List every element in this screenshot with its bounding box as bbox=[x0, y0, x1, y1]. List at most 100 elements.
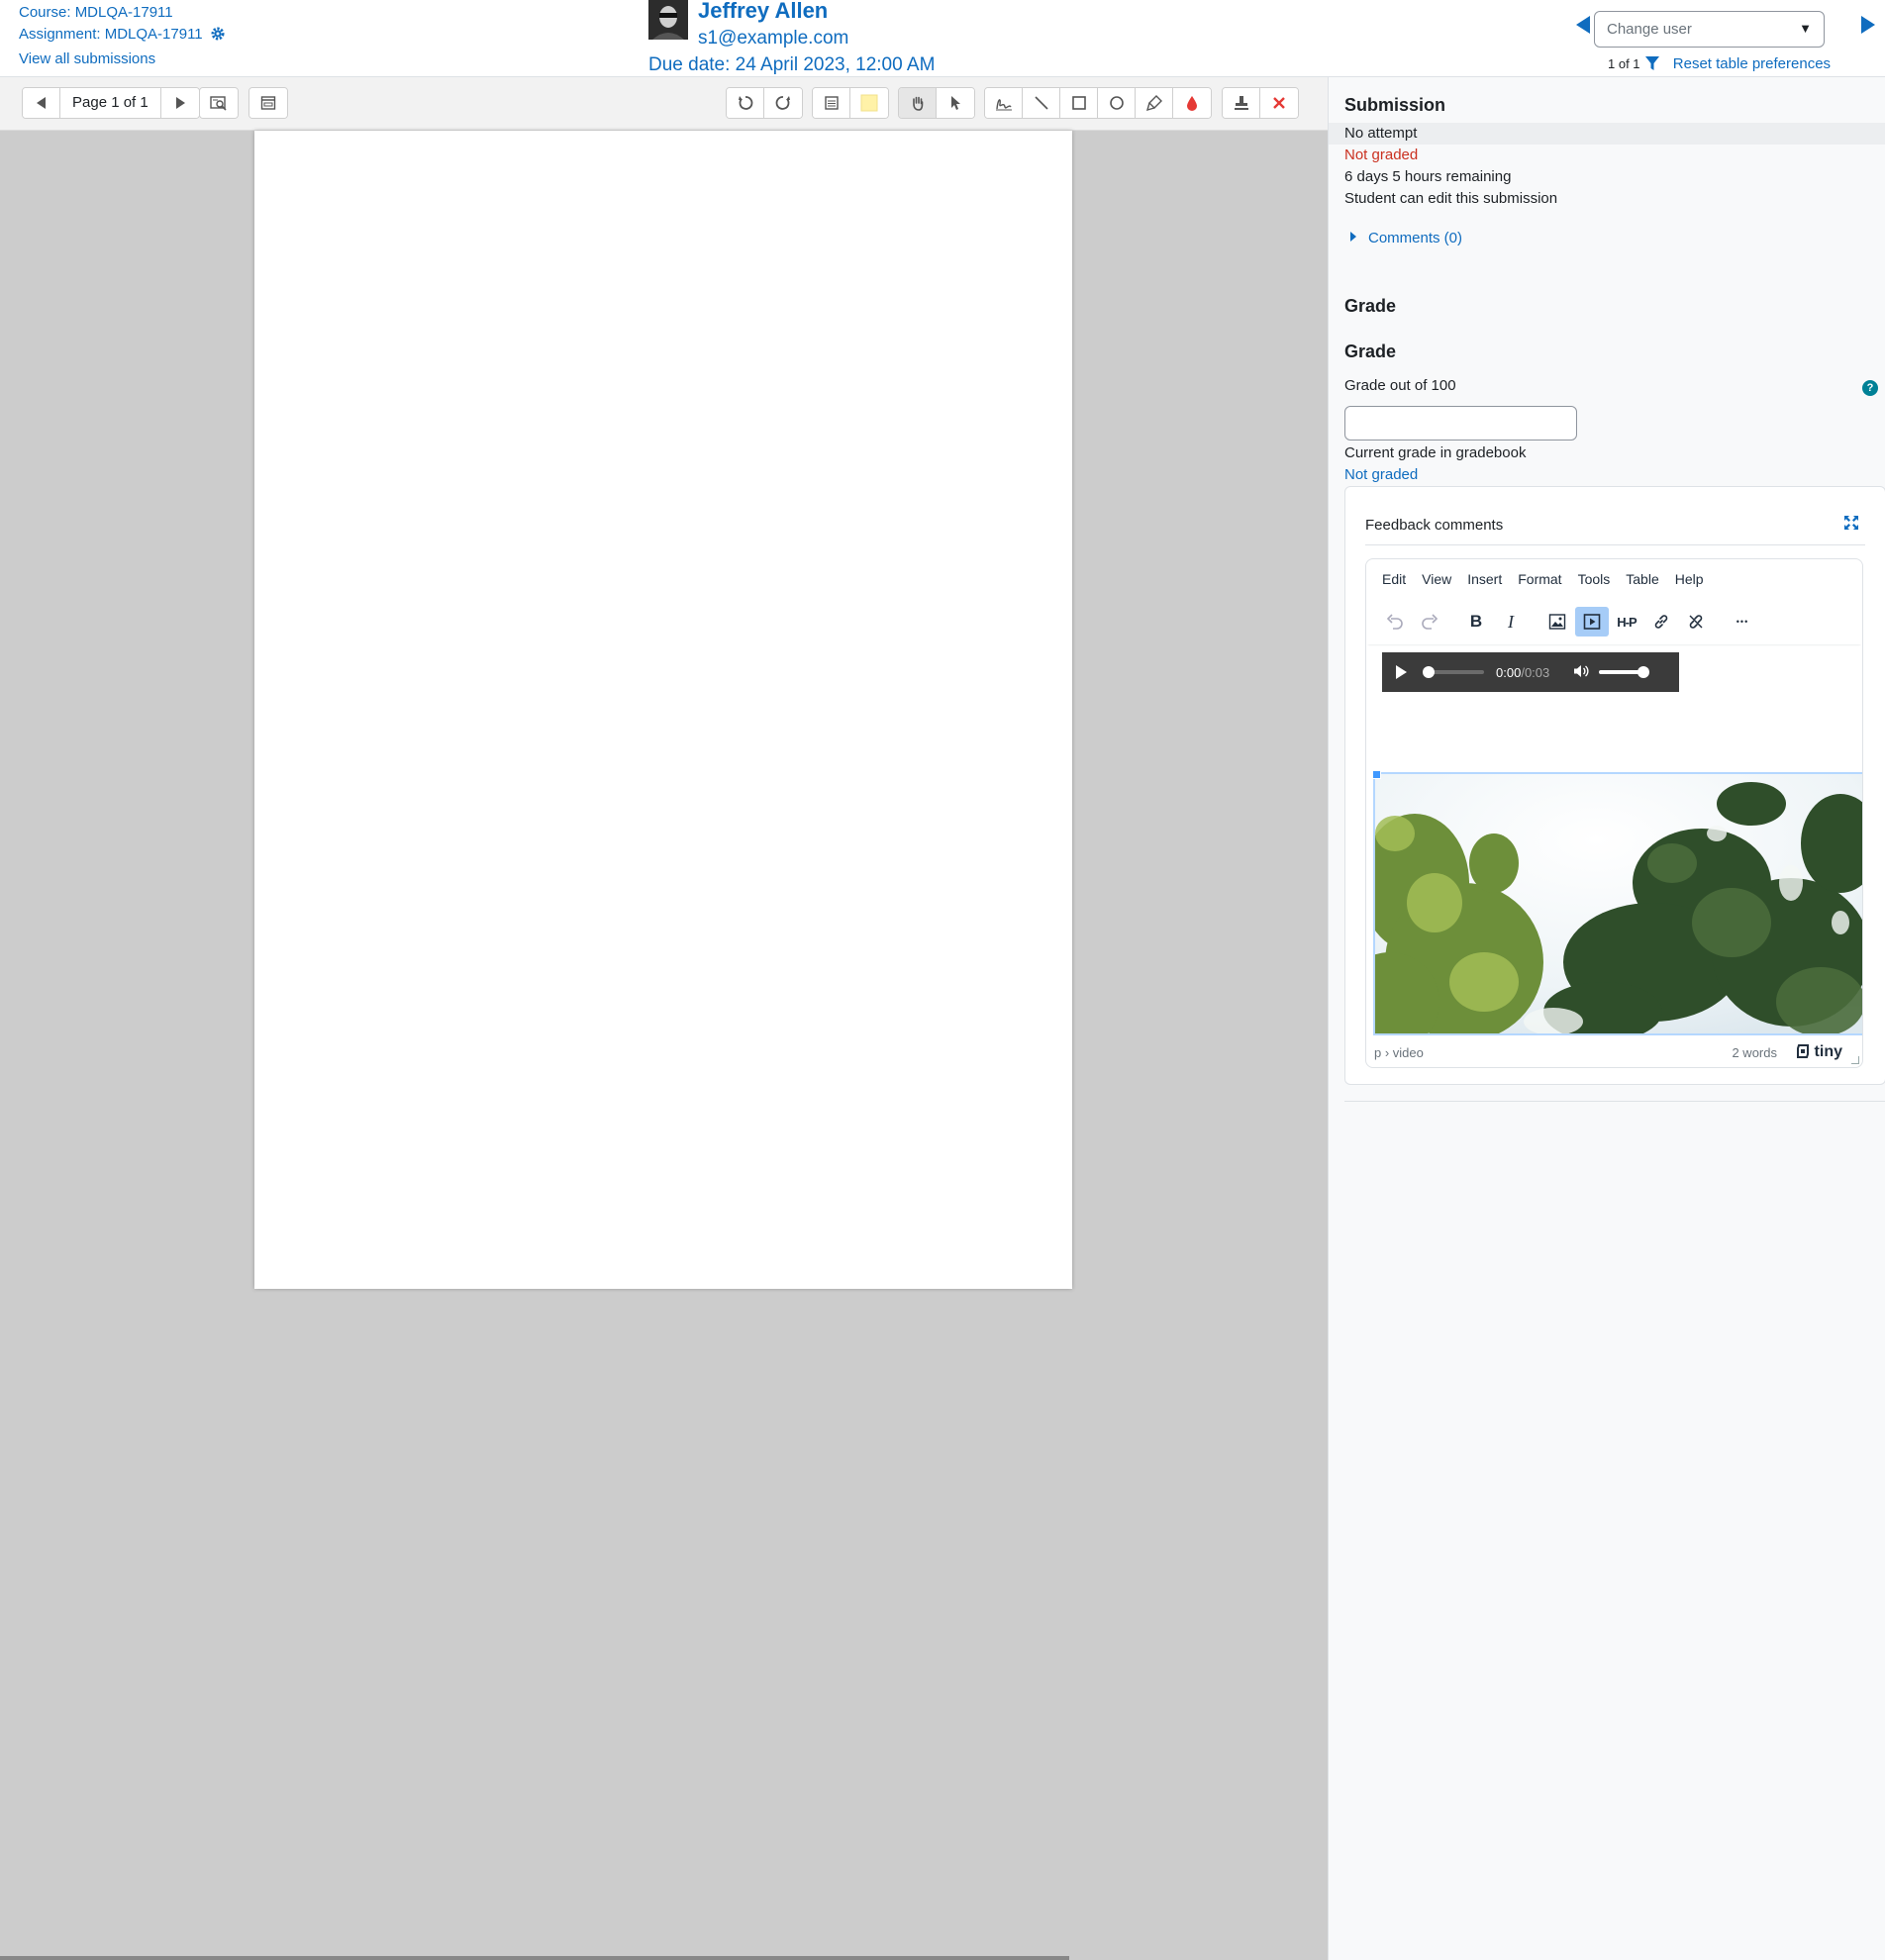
menu-view[interactable]: View bbox=[1414, 567, 1459, 591]
select-cursor-icon[interactable] bbox=[937, 88, 974, 118]
page-select[interactable]: Page 1 of 1 bbox=[60, 88, 161, 118]
collapse-panel-button[interactable] bbox=[249, 88, 287, 118]
course-link[interactable]: Course: MDLQA-17911 bbox=[19, 4, 173, 21]
line-icon[interactable] bbox=[1023, 88, 1060, 118]
audio-time-total: 0:03 bbox=[1524, 664, 1550, 680]
word-count[interactable]: 2 words bbox=[1732, 1045, 1777, 1060]
annotation-color-icon[interactable] bbox=[1173, 88, 1211, 118]
rotate-group bbox=[726, 87, 803, 119]
gear-icon[interactable] bbox=[210, 26, 226, 49]
pan-hand-icon[interactable] bbox=[899, 88, 937, 118]
tiny-brand-label: tiny bbox=[1814, 1043, 1842, 1060]
menu-tools[interactable]: Tools bbox=[1570, 567, 1619, 591]
link-icon[interactable] bbox=[1644, 607, 1678, 637]
delete-annotation-icon[interactable] bbox=[1260, 88, 1298, 118]
assignment-link[interactable]: Assignment: MDLQA-17911 bbox=[19, 26, 203, 43]
feedback-comments-title: Feedback comments bbox=[1365, 517, 1504, 534]
reset-table-preferences-link[interactable]: Reset table preferences bbox=[1673, 55, 1831, 72]
audio-player: 0:00 / 0:03 bbox=[1382, 652, 1679, 692]
editor-statusbar: p › video 2 words tiny bbox=[1366, 1040, 1862, 1067]
tiny-logo[interactable]: tiny bbox=[1796, 1043, 1842, 1061]
next-page-button[interactable] bbox=[160, 88, 199, 118]
italic-icon[interactable]: I bbox=[1494, 607, 1528, 637]
search-comments-group bbox=[199, 87, 239, 119]
image-icon[interactable] bbox=[1540, 607, 1574, 637]
expand-icon[interactable] bbox=[1843, 515, 1859, 535]
drawing-tools-group bbox=[984, 87, 1212, 119]
rotate-left-icon[interactable] bbox=[727, 88, 764, 118]
comments-toggle[interactable]: Comments (0) bbox=[1350, 230, 1462, 246]
bold-icon[interactable]: B bbox=[1459, 607, 1493, 637]
previous-user-icon[interactable] bbox=[1576, 16, 1590, 34]
h5p-icon[interactable]: H-P bbox=[1610, 607, 1643, 637]
menu-table[interactable]: Table bbox=[1618, 567, 1666, 591]
comment-color-swatch[interactable] bbox=[850, 88, 888, 118]
divider bbox=[1344, 1101, 1885, 1102]
editor-toolbar: B I H-P ••• bbox=[1366, 599, 1862, 644]
attempt-status: No attempt bbox=[1344, 125, 1418, 142]
comment-icon[interactable] bbox=[813, 88, 850, 118]
rectangle-icon[interactable] bbox=[1060, 88, 1098, 118]
element-path[interactable]: p › video bbox=[1374, 1045, 1424, 1060]
page-navigation: Page 1 of 1 bbox=[22, 87, 200, 119]
oval-icon[interactable] bbox=[1098, 88, 1136, 118]
video-frame[interactable] bbox=[1373, 772, 1862, 1035]
h5p-label: H-P bbox=[1617, 614, 1637, 630]
audio-time-current: 0:00 bbox=[1496, 664, 1522, 680]
redo-icon[interactable] bbox=[1413, 607, 1446, 637]
user-navigation: Change user ▼ 1 of 1 Reset table prefere… bbox=[1568, 0, 1885, 77]
volume-slider[interactable] bbox=[1599, 666, 1650, 678]
grader-header: Course: MDLQA-17911 Assignment: MDLQA-17… bbox=[0, 0, 1885, 77]
pdf-page[interactable] bbox=[254, 131, 1072, 1289]
pen-icon[interactable] bbox=[985, 88, 1023, 118]
undo-icon[interactable] bbox=[1378, 607, 1412, 637]
resize-handle[interactable] bbox=[1372, 770, 1381, 779]
user-count-row: 1 of 1 Reset table preferences bbox=[1608, 55, 1831, 73]
grading-panel: Submission No attempt Not graded 6 days … bbox=[1328, 77, 1885, 1960]
audio-progress-slider[interactable] bbox=[1423, 666, 1484, 678]
stamp-icon[interactable] bbox=[1223, 88, 1260, 118]
editor-content[interactable]: 0:00 / 0:03 bbox=[1366, 644, 1862, 1040]
horizontal-scrollbar[interactable] bbox=[0, 1956, 1069, 1960]
play-icon[interactable] bbox=[1396, 665, 1407, 679]
annotation-toolbar: Page 1 of 1 bbox=[0, 77, 1328, 131]
expand-group bbox=[248, 87, 288, 119]
caret-right-icon bbox=[1350, 232, 1356, 242]
due-date: Due date: 24 April 2023, 12:00 AM bbox=[648, 54, 936, 75]
help-icon[interactable]: ? bbox=[1862, 380, 1878, 396]
change-user-select[interactable]: Change user ▼ bbox=[1594, 11, 1825, 48]
current-grade-label: Current grade in gradebook bbox=[1344, 444, 1527, 461]
menu-insert[interactable]: Insert bbox=[1459, 567, 1510, 591]
comment-group bbox=[812, 87, 889, 119]
more-icon[interactable]: ••• bbox=[1726, 607, 1759, 637]
highlighter-icon[interactable] bbox=[1136, 88, 1173, 118]
avatar[interactable] bbox=[648, 0, 688, 40]
editor-resize-grip[interactable] bbox=[1851, 1056, 1859, 1064]
user-email: s1@example.com bbox=[698, 28, 849, 49]
menu-format[interactable]: Format bbox=[1510, 567, 1569, 591]
volume-icon[interactable] bbox=[1573, 664, 1589, 681]
unlink-icon[interactable] bbox=[1679, 607, 1713, 637]
rotate-right-icon[interactable] bbox=[764, 88, 802, 118]
view-all-submissions-link[interactable]: View all submissions bbox=[19, 50, 155, 67]
submission-heading: Submission bbox=[1344, 95, 1446, 115]
grade-subheading: Grade bbox=[1344, 342, 1397, 361]
italic-glyph: I bbox=[1508, 611, 1514, 632]
user-name-link[interactable]: Jeffrey Allen bbox=[698, 0, 828, 24]
grade-input[interactable] bbox=[1344, 406, 1577, 441]
progress-thumb[interactable] bbox=[1423, 666, 1435, 678]
change-user-placeholder: Change user bbox=[1607, 21, 1692, 38]
prev-page-button[interactable] bbox=[23, 88, 60, 118]
feedback-comments-card: Feedback comments Edit View Insert Forma… bbox=[1344, 486, 1885, 1085]
bold-glyph: B bbox=[1469, 612, 1483, 631]
grade-out-of-label: Grade out of 100 bbox=[1344, 377, 1456, 394]
volume-thumb[interactable] bbox=[1637, 666, 1650, 678]
edit-status: Student can edit this submission bbox=[1344, 190, 1558, 207]
filter-icon[interactable] bbox=[1645, 56, 1660, 73]
search-comments-button[interactable] bbox=[200, 88, 238, 118]
multimedia-icon[interactable] bbox=[1575, 607, 1609, 637]
current-grade-link[interactable]: Not graded bbox=[1344, 466, 1418, 483]
next-user-icon[interactable] bbox=[1861, 16, 1875, 34]
menu-edit[interactable]: Edit bbox=[1374, 567, 1414, 591]
menu-help[interactable]: Help bbox=[1667, 567, 1712, 591]
